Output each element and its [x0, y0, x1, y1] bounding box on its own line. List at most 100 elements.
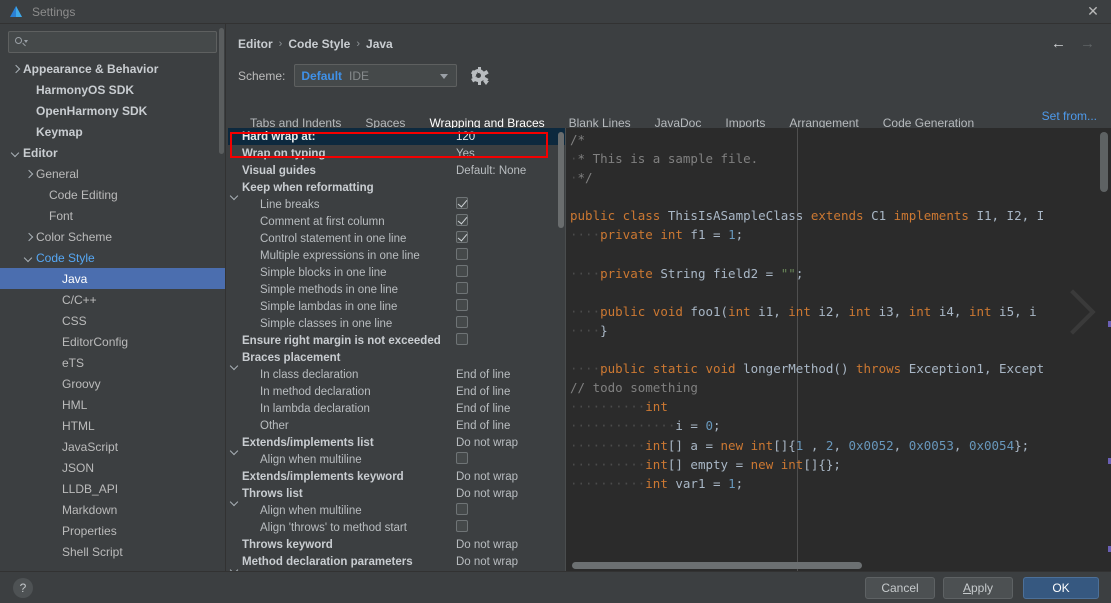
- checkbox-checked[interactable]: [456, 231, 468, 243]
- option-row[interactable]: Other End of line: [228, 417, 566, 434]
- sidebar-item-markdown[interactable]: Markdown: [0, 499, 225, 520]
- checkbox-checked[interactable]: [456, 214, 468, 226]
- option-value[interactable]: [456, 265, 566, 280]
- forward-arrow-icon[interactable]: →: [1080, 36, 1095, 51]
- option-row[interactable]: In class declaration End of line: [228, 366, 566, 383]
- option-value[interactable]: [456, 503, 566, 518]
- checkbox-checked[interactable]: [456, 197, 468, 209]
- sidebar-item-editorconfig[interactable]: EditorConfig: [0, 331, 225, 352]
- option-value[interactable]: End of line: [456, 403, 566, 415]
- ok-button[interactable]: OK: [1023, 577, 1099, 599]
- option-value[interactable]: [456, 231, 566, 246]
- sidebar-item-color-scheme[interactable]: Color Scheme: [0, 226, 225, 247]
- breadcrumb-item[interactable]: Editor: [238, 37, 273, 51]
- checkbox-unchecked[interactable]: [456, 520, 468, 532]
- search-box[interactable]: [8, 31, 217, 53]
- option-value[interactable]: End of line: [456, 420, 566, 432]
- breadcrumb-item[interactable]: Java: [366, 37, 393, 51]
- option-value[interactable]: Do not wrap: [456, 556, 566, 568]
- sidebar-scrollbar-thumb[interactable]: [219, 28, 224, 154]
- cancel-button[interactable]: Cancel: [865, 577, 935, 599]
- sidebar-item-json[interactable]: JSON: [0, 457, 225, 478]
- option-value[interactable]: [456, 316, 566, 331]
- option-value[interactable]: Do not wrap: [456, 488, 566, 500]
- code-preview-panel[interactable]: /* ·* This is a sample file. ·*/ public cl…: [565, 128, 1111, 571]
- option-row[interactable]: Line breaks: [228, 196, 566, 213]
- close-icon[interactable]: ✕: [1085, 4, 1101, 20]
- sidebar-item-harmonyos-sdk[interactable]: HarmonyOS SDK: [0, 79, 225, 100]
- option-row[interactable]: Ensure right margin is not exceeded: [228, 332, 566, 349]
- option-value[interactable]: Yes: [456, 148, 566, 160]
- option-row[interactable]: Keep when reformatting: [228, 179, 566, 196]
- option-row[interactable]: Throws keyword Do not wrap: [228, 536, 566, 553]
- sidebar-item-editor[interactable]: Editor: [0, 142, 225, 163]
- option-value[interactable]: [456, 333, 566, 348]
- option-value[interactable]: 120: [456, 131, 566, 143]
- sidebar-item-appearance-behavior[interactable]: Appearance & Behavior: [0, 58, 225, 79]
- sidebar-item-code-editing[interactable]: Code Editing: [0, 184, 225, 205]
- option-row[interactable]: In method declaration End of line: [228, 383, 566, 400]
- options-scrollbar-thumb[interactable]: [558, 132, 564, 228]
- sidebar-item-c-c[interactable]: C/C++: [0, 289, 225, 310]
- checkbox-unchecked[interactable]: [456, 333, 468, 345]
- option-row[interactable]: Control statement in one line: [228, 230, 566, 247]
- option-row[interactable]: Simple lambdas in one line: [228, 298, 566, 315]
- chevron-down-icon[interactable]: [10, 147, 21, 158]
- sidebar-item-hml[interactable]: HML: [0, 394, 225, 415]
- option-row[interactable]: Simple methods in one line: [228, 281, 566, 298]
- option-value[interactable]: Default: None: [456, 165, 566, 177]
- sidebar-item-java[interactable]: Java: [0, 268, 225, 289]
- checkbox-unchecked[interactable]: [456, 282, 468, 294]
- option-value[interactable]: Do not wrap: [456, 539, 566, 551]
- option-value[interactable]: [456, 214, 566, 229]
- option-row[interactable]: Hard wrap at: 120: [228, 128, 566, 145]
- back-arrow-icon[interactable]: ←: [1051, 36, 1066, 51]
- sidebar-item-openharmony-sdk[interactable]: OpenHarmony SDK: [0, 100, 225, 121]
- checkbox-unchecked[interactable]: [456, 316, 468, 328]
- help-button[interactable]: ?: [13, 578, 33, 598]
- option-row[interactable]: Multiple expressions in one line: [228, 247, 566, 264]
- option-row[interactable]: Align when multiline: [228, 502, 566, 519]
- checkbox-unchecked[interactable]: [456, 452, 468, 464]
- sidebar-item-code-style[interactable]: Code Style: [0, 247, 225, 268]
- breadcrumb-item[interactable]: Code Style: [288, 37, 350, 51]
- code-vertical-scrollbar-thumb[interactable]: [1100, 132, 1108, 192]
- chevron-right-icon[interactable]: [10, 63, 21, 74]
- gear-icon[interactable]: [470, 66, 490, 85]
- code-horizontal-scrollbar-thumb[interactable]: [572, 562, 862, 569]
- option-row[interactable]: Extends/implements list Do not wrap: [228, 434, 566, 451]
- option-row[interactable]: Throws list Do not wrap: [228, 485, 566, 502]
- option-row[interactable]: Align 'throws' to method start: [228, 519, 566, 536]
- chevron-down-icon[interactable]: [23, 252, 34, 263]
- checkbox-unchecked[interactable]: [456, 503, 468, 515]
- option-row[interactable]: Method declaration parameters Do not wrap: [228, 553, 566, 570]
- checkbox-unchecked[interactable]: [456, 299, 468, 311]
- apply-button[interactable]: Apply: [943, 577, 1013, 599]
- sidebar-item-css[interactable]: CSS: [0, 310, 225, 331]
- option-value[interactable]: [456, 197, 566, 212]
- sidebar-item-shell-script[interactable]: Shell Script: [0, 541, 225, 562]
- sidebar-item-ets[interactable]: eTS: [0, 352, 225, 373]
- option-value[interactable]: Do not wrap: [456, 437, 566, 449]
- option-row[interactable]: Extends/implements keyword Do not wrap: [228, 468, 566, 485]
- option-row[interactable]: Comment at first column: [228, 213, 566, 230]
- option-row[interactable]: Simple blocks in one line: [228, 264, 566, 281]
- chevron-right-icon[interactable]: [23, 168, 34, 179]
- option-value[interactable]: End of line: [456, 369, 566, 381]
- option-value[interactable]: [456, 452, 566, 467]
- search-input[interactable]: [27, 35, 211, 49]
- sidebar-item-font[interactable]: Font: [0, 205, 225, 226]
- option-value[interactable]: Do not wrap: [456, 471, 566, 483]
- option-row[interactable]: In lambda declaration End of line: [228, 400, 566, 417]
- sidebar-item-general[interactable]: General: [0, 163, 225, 184]
- sidebar-item-html[interactable]: HTML: [0, 415, 225, 436]
- sidebar-item-properties[interactable]: Properties: [0, 520, 225, 541]
- sidebar-item-javascript[interactable]: JavaScript: [0, 436, 225, 457]
- sidebar-item-lldb-api[interactable]: LLDB_API: [0, 478, 225, 499]
- sidebar-item-groovy[interactable]: Groovy: [0, 373, 225, 394]
- checkbox-unchecked[interactable]: [456, 265, 468, 277]
- option-value[interactable]: [456, 248, 566, 263]
- scheme-dropdown[interactable]: Default IDE: [294, 64, 458, 87]
- option-row[interactable]: Visual guides Default: None: [228, 162, 566, 179]
- option-value[interactable]: [456, 282, 566, 297]
